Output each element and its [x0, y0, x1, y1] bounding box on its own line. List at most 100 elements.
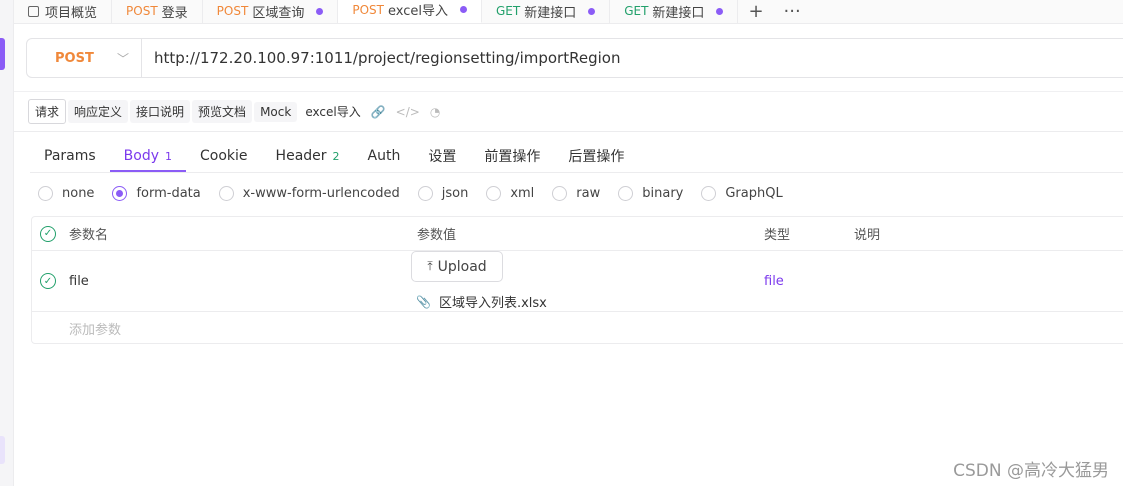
unsaved-dot-icon — [588, 7, 596, 15]
interface-name[interactable]: excel导入 — [305, 103, 360, 120]
subtab-response-def[interactable]: 响应定义 — [68, 100, 129, 123]
subtab-request[interactable]: 请求 — [28, 99, 67, 124]
unsaved-dot-icon — [459, 6, 467, 13]
tab-new-interface-1[interactable]: GET 新建接口 — [482, 0, 611, 23]
rail-active-marker[interactable] — [0, 38, 5, 70]
tab-region-query[interactable]: POST 区域查询 — [203, 0, 339, 23]
radio-graphql[interactable]: GraphQL — [701, 186, 783, 201]
radio-circle-icon — [618, 186, 634, 201]
unsaved-dot-icon — [316, 7, 324, 15]
tab-label: Cookie — [200, 148, 248, 164]
tab-post-ops[interactable]: 后置操作 — [554, 140, 638, 172]
radio-label: raw — [576, 186, 601, 201]
tab-new-interface-2[interactable]: GET 新建接口 — [610, 0, 739, 23]
radio-circle-icon — [38, 186, 53, 201]
request-subtoolbar: 请求 响应定义 接口说明 预览文档 Mock excel导入 🔗 </> ◔ — [28, 99, 440, 124]
radio-label: binary — [642, 186, 684, 201]
attached-file[interactable]: 📎 区域导入列表.xlsx — [416, 292, 547, 312]
tab-label: 后置操作 — [568, 149, 625, 165]
param-type-select[interactable]: file — [764, 274, 784, 289]
tab-label: Header — [275, 148, 327, 164]
tab-label: 新建接口 — [652, 5, 705, 21]
radio-circle-icon — [552, 186, 568, 201]
add-param-input[interactable]: 添加参数 — [32, 312, 1123, 344]
tab-label: 设置 — [428, 149, 457, 165]
tab-label: Params — [44, 148, 96, 164]
table-header: ✓ 参数名 参数值 类型 说明 — [32, 217, 1123, 251]
divider — [30, 172, 1123, 173]
upload-button[interactable]: ⤒ Upload — [411, 251, 503, 282]
radio-circle-icon — [417, 186, 433, 201]
rail-marker[interactable] — [0, 436, 5, 464]
tab-label: 前置操作 — [484, 149, 541, 165]
radio-selected-icon — [112, 186, 128, 201]
tab-method: POST — [352, 2, 384, 17]
tab-bar: 项目概览 POST 登录 POST 区域查询 POST excel导入 GET … — [14, 0, 1123, 24]
file-name: 区域导入列表.xlsx — [438, 296, 547, 311]
link-icon[interactable]: 🔗 — [371, 105, 386, 119]
param-name-field[interactable]: file — [69, 274, 89, 289]
method-select[interactable]: POST ﹀ — [27, 39, 142, 77]
tab-pre-ops[interactable]: 前置操作 — [470, 140, 554, 172]
tab-method: POST — [126, 4, 158, 18]
radio-form-data[interactable]: form-data — [112, 186, 201, 201]
code-icon[interactable]: </> — [396, 105, 420, 119]
more-tabs-icon[interactable]: ··· — [774, 0, 811, 23]
body-type-radios: none form-data x-www-form-urlencoded jso… — [38, 186, 801, 201]
count-badge: 2 — [332, 149, 340, 163]
radio-circle-icon — [486, 186, 502, 201]
tab-method: POST — [216, 4, 249, 18]
divider — [14, 91, 1123, 92]
url-bar: POST ﹀ http://172.20.100.97:1011/project… — [26, 38, 1123, 78]
tab-cookie[interactable]: Cookie — [186, 140, 262, 172]
radio-circle-icon — [701, 186, 717, 201]
header-type: 类型 — [764, 228, 791, 243]
header-desc: 说明 — [854, 228, 881, 243]
header-name: 参数名 — [69, 228, 109, 243]
row-enabled-check-icon[interactable]: ✓ — [40, 273, 56, 289]
radio-circle-icon — [218, 186, 234, 201]
subtab-api-doc[interactable]: 接口说明 — [130, 100, 191, 123]
radio-raw[interactable]: raw — [552, 186, 600, 201]
radio-json[interactable]: json — [417, 186, 468, 201]
tab-label: excel导入 — [387, 4, 448, 19]
tab-method: GET — [624, 4, 649, 18]
upload-label: Upload — [437, 258, 487, 275]
tab-overview[interactable]: 项目概览 — [14, 0, 113, 23]
tab-label: 项目概览 — [45, 5, 98, 21]
tab-auth[interactable]: Auth — [354, 140, 415, 172]
paperclip-icon: 📎 — [416, 294, 431, 309]
tab-header[interactable]: Header 2 — [262, 140, 354, 172]
url-input[interactable]: http://172.20.100.97:1011/project/region… — [142, 49, 620, 67]
tab-params[interactable]: Params — [30, 140, 110, 172]
radio-none[interactable]: none — [38, 186, 94, 201]
add-tab-icon[interactable]: + — [738, 0, 773, 23]
history-icon[interactable]: ◔ — [430, 105, 440, 119]
tab-label: Body — [123, 148, 160, 164]
radio-xml[interactable]: xml — [486, 186, 534, 201]
radio-urlencoded[interactable]: x-www-form-urlencoded — [218, 186, 400, 201]
tab-settings[interactable]: 设置 — [414, 140, 470, 172]
select-all-check-icon[interactable]: ✓ — [40, 225, 56, 242]
tab-body[interactable]: Body 1 — [109, 140, 187, 172]
tab-label: 登录 — [161, 5, 188, 21]
tab-label: 区域查询 — [252, 5, 305, 21]
watermark: CSDN @高冷大猛男 — [953, 461, 1109, 481]
count-badge: 1 — [165, 149, 173, 163]
subtab-preview-doc[interactable]: 预览文档 — [192, 100, 253, 123]
radio-label: form-data — [136, 186, 201, 201]
table-row: ✓ file ⤒ Upload 📎 区域导入列表.xlsx file — [32, 251, 1123, 312]
tab-label: 新建接口 — [524, 5, 577, 21]
radio-label: GraphQL — [725, 186, 783, 201]
tab-label: Auth — [367, 148, 401, 164]
method-label: POST — [55, 50, 94, 66]
upload-icon: ⤒ — [427, 259, 433, 273]
subtab-mock[interactable]: Mock — [254, 101, 298, 122]
tab-excel-import[interactable]: POST excel导入 — [338, 0, 482, 23]
tab-login[interactable]: POST 登录 — [112, 0, 203, 23]
param-tabs: Params Body 1 Cookie Header 2 Auth 设置 前置… — [30, 140, 638, 172]
doc-icon — [28, 5, 39, 17]
divider — [14, 131, 1123, 132]
radio-binary[interactable]: binary — [618, 186, 683, 201]
unsaved-dot-icon — [716, 7, 724, 15]
